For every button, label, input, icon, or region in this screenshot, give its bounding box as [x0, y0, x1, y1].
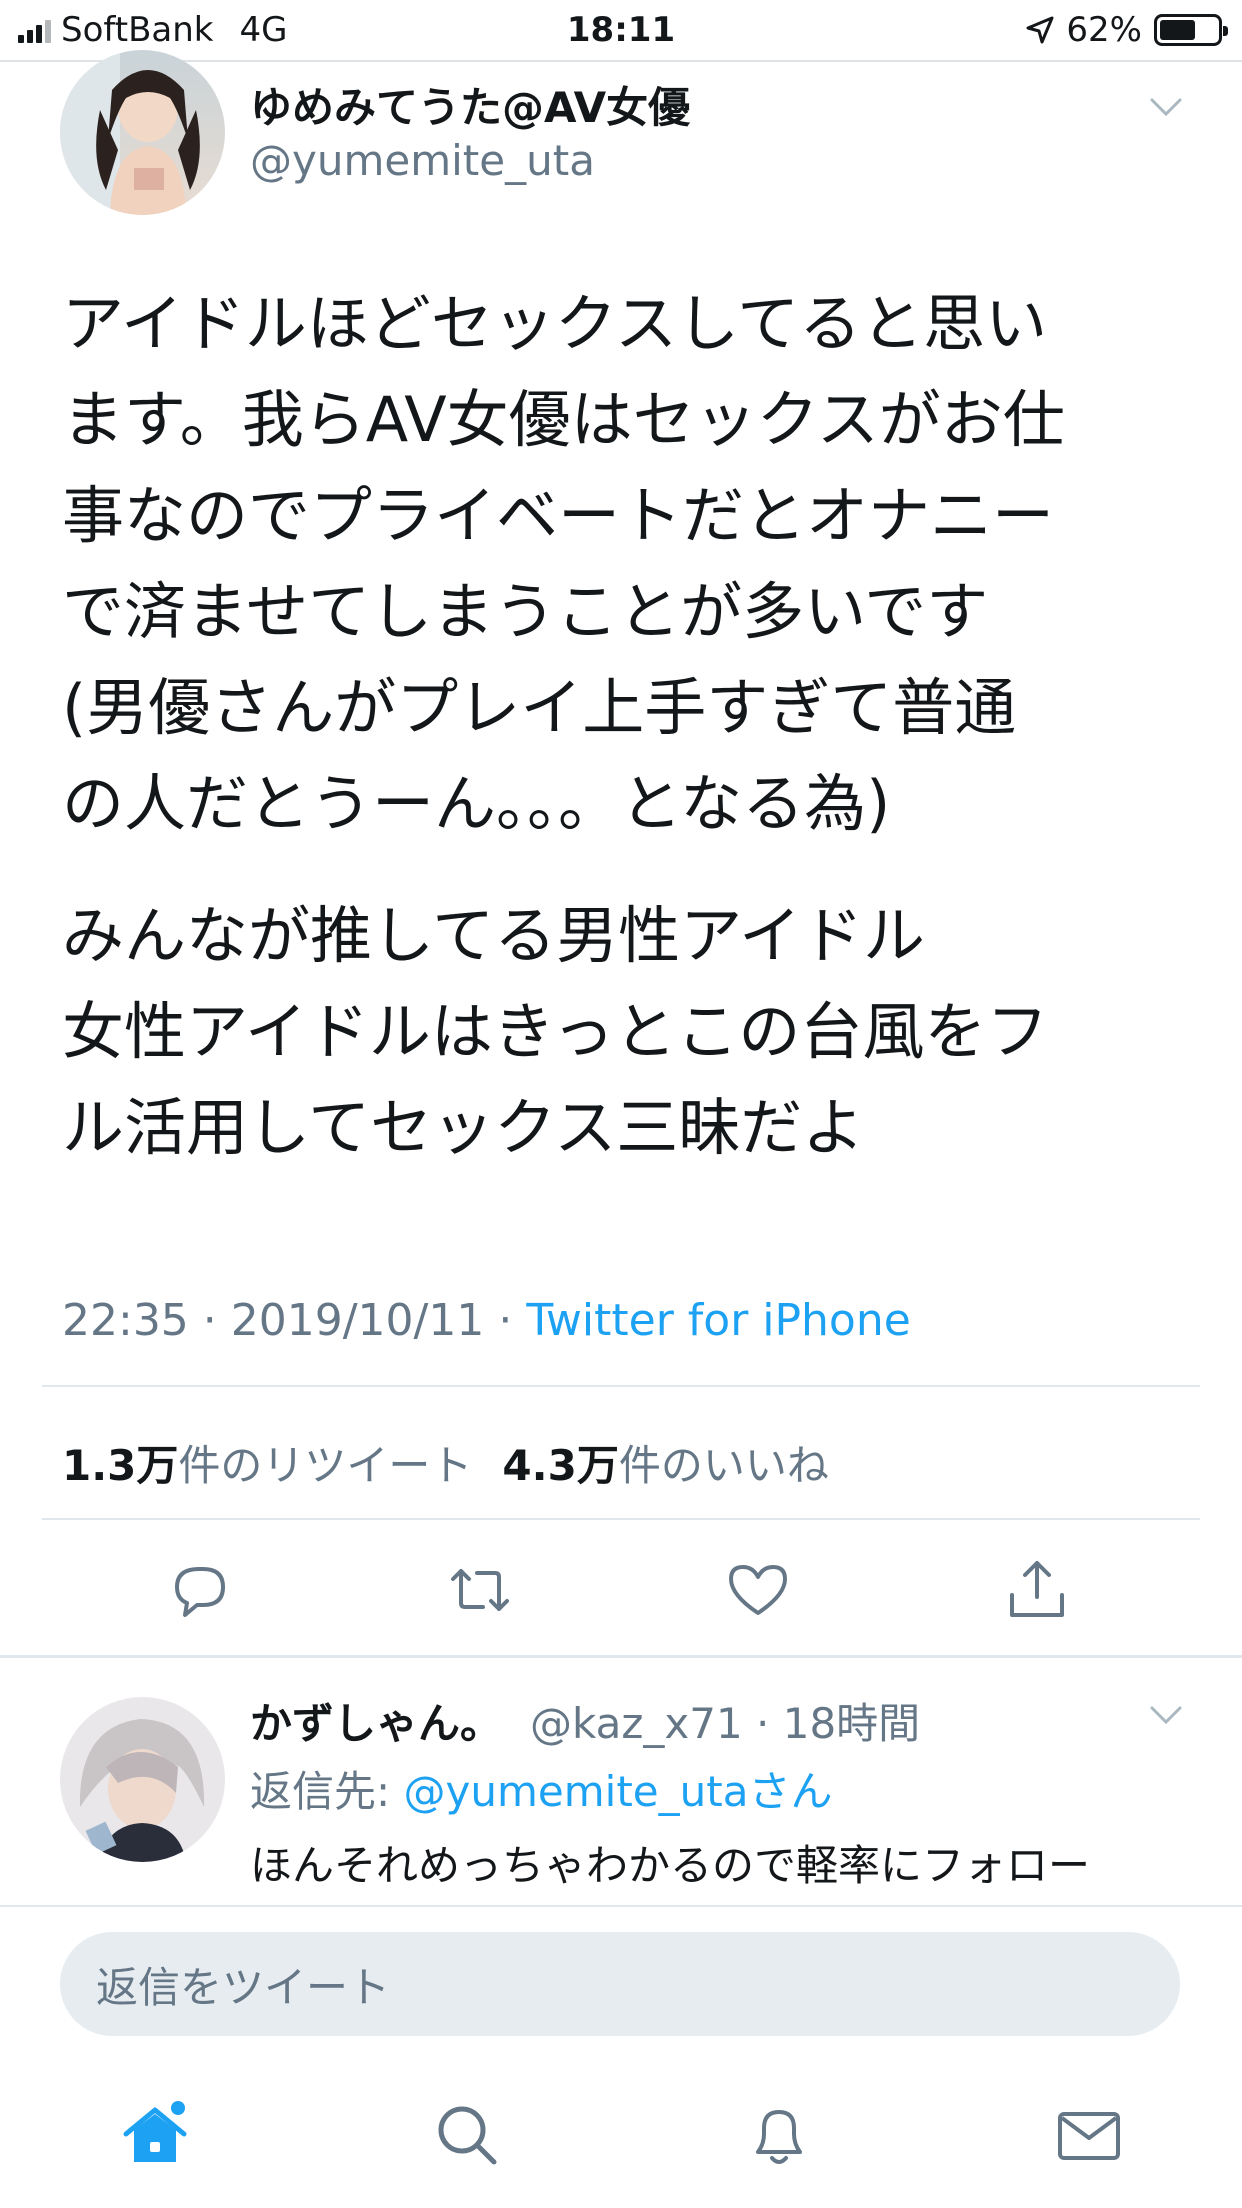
tweet-text: みんなが推してる男性アイドル 女性アイドルはきっとこの台風をフ ル活用してセック… [62, 899, 1049, 1164]
reply-input-placeholder: 返信をツイート [96, 1962, 391, 2012]
notifications-icon[interactable] [744, 2100, 814, 2170]
tweet-source-link[interactable]: Twitter for iPhone [526, 1295, 910, 1346]
reply-author-avatar[interactable] [60, 1697, 225, 1862]
reply-author-meta: @kaz_x71 · 18時間 [530, 1699, 921, 1748]
tweet-text: アイドルほどセックスしてると思い ます。我らAV女優はセックスがお仕 事なのでプ… [62, 287, 1065, 840]
reply-to-line: 返信先: @yumemite_utaさん [250, 1758, 832, 1819]
retweet-icon[interactable] [445, 1555, 515, 1625]
reply-tweet-input[interactable]: 返信をツイート [60, 1932, 1180, 2036]
reply-icon[interactable] [165, 1555, 235, 1625]
chevron-down-icon[interactable] [1146, 1700, 1186, 1730]
messages-icon[interactable] [1054, 2100, 1124, 2170]
reply-text: ほんそれめっちゃわかるので軽率にフォロー [250, 1841, 1091, 1890]
tweet-stats: 1.3万件のリツイート 4.3万件のいいね [62, 1432, 829, 1493]
retweets-stat[interactable]: 1.3万件のリツイート [62, 1432, 472, 1493]
location-arrow-icon [1026, 16, 1054, 44]
chevron-down-icon[interactable] [1146, 92, 1186, 122]
status-right: 62% [1026, 10, 1228, 50]
battery-icon [1154, 14, 1228, 46]
home-icon[interactable] [120, 2100, 190, 2170]
likes-count: 4.3万 [502, 1441, 619, 1490]
status-bar: SoftBank 4G 18:11 62% [0, 0, 1242, 62]
author-handle[interactable]: @yumemite_uta [250, 136, 595, 185]
tweet-time: 22:35 · 2019/10/11 · [62, 1295, 527, 1346]
likes-label: 件のいいね [618, 1441, 829, 1490]
search-icon[interactable] [432, 2100, 502, 2170]
share-icon[interactable] [1002, 1555, 1072, 1625]
reply-to-handle-link[interactable]: @yumemite_utaさん [404, 1767, 833, 1816]
likes-stat[interactable]: 4.3万件のいいね [502, 1432, 828, 1493]
tweet-actions [0, 1555, 1242, 1625]
author-name[interactable]: ゆめみてうた@AV女優 [250, 74, 690, 135]
battery-fill [1160, 20, 1195, 40]
retweets-label: 件のリツイート [178, 1441, 473, 1490]
author-avatar[interactable] [60, 50, 225, 215]
like-icon[interactable] [723, 1555, 793, 1625]
battery-percent: 62% [1066, 10, 1142, 50]
divider [42, 1518, 1200, 1520]
retweets-count: 1.3万 [62, 1441, 179, 1490]
reply-to-label: 返信先: [250, 1767, 404, 1816]
reply-author-name[interactable]: かずしゃん。 [250, 1690, 502, 1751]
divider [0, 1655, 1242, 1658]
divider [42, 1385, 1200, 1387]
tweet-timestamp: 22:35 · 2019/10/11 · Twitter for iPhone [62, 1295, 911, 1346]
